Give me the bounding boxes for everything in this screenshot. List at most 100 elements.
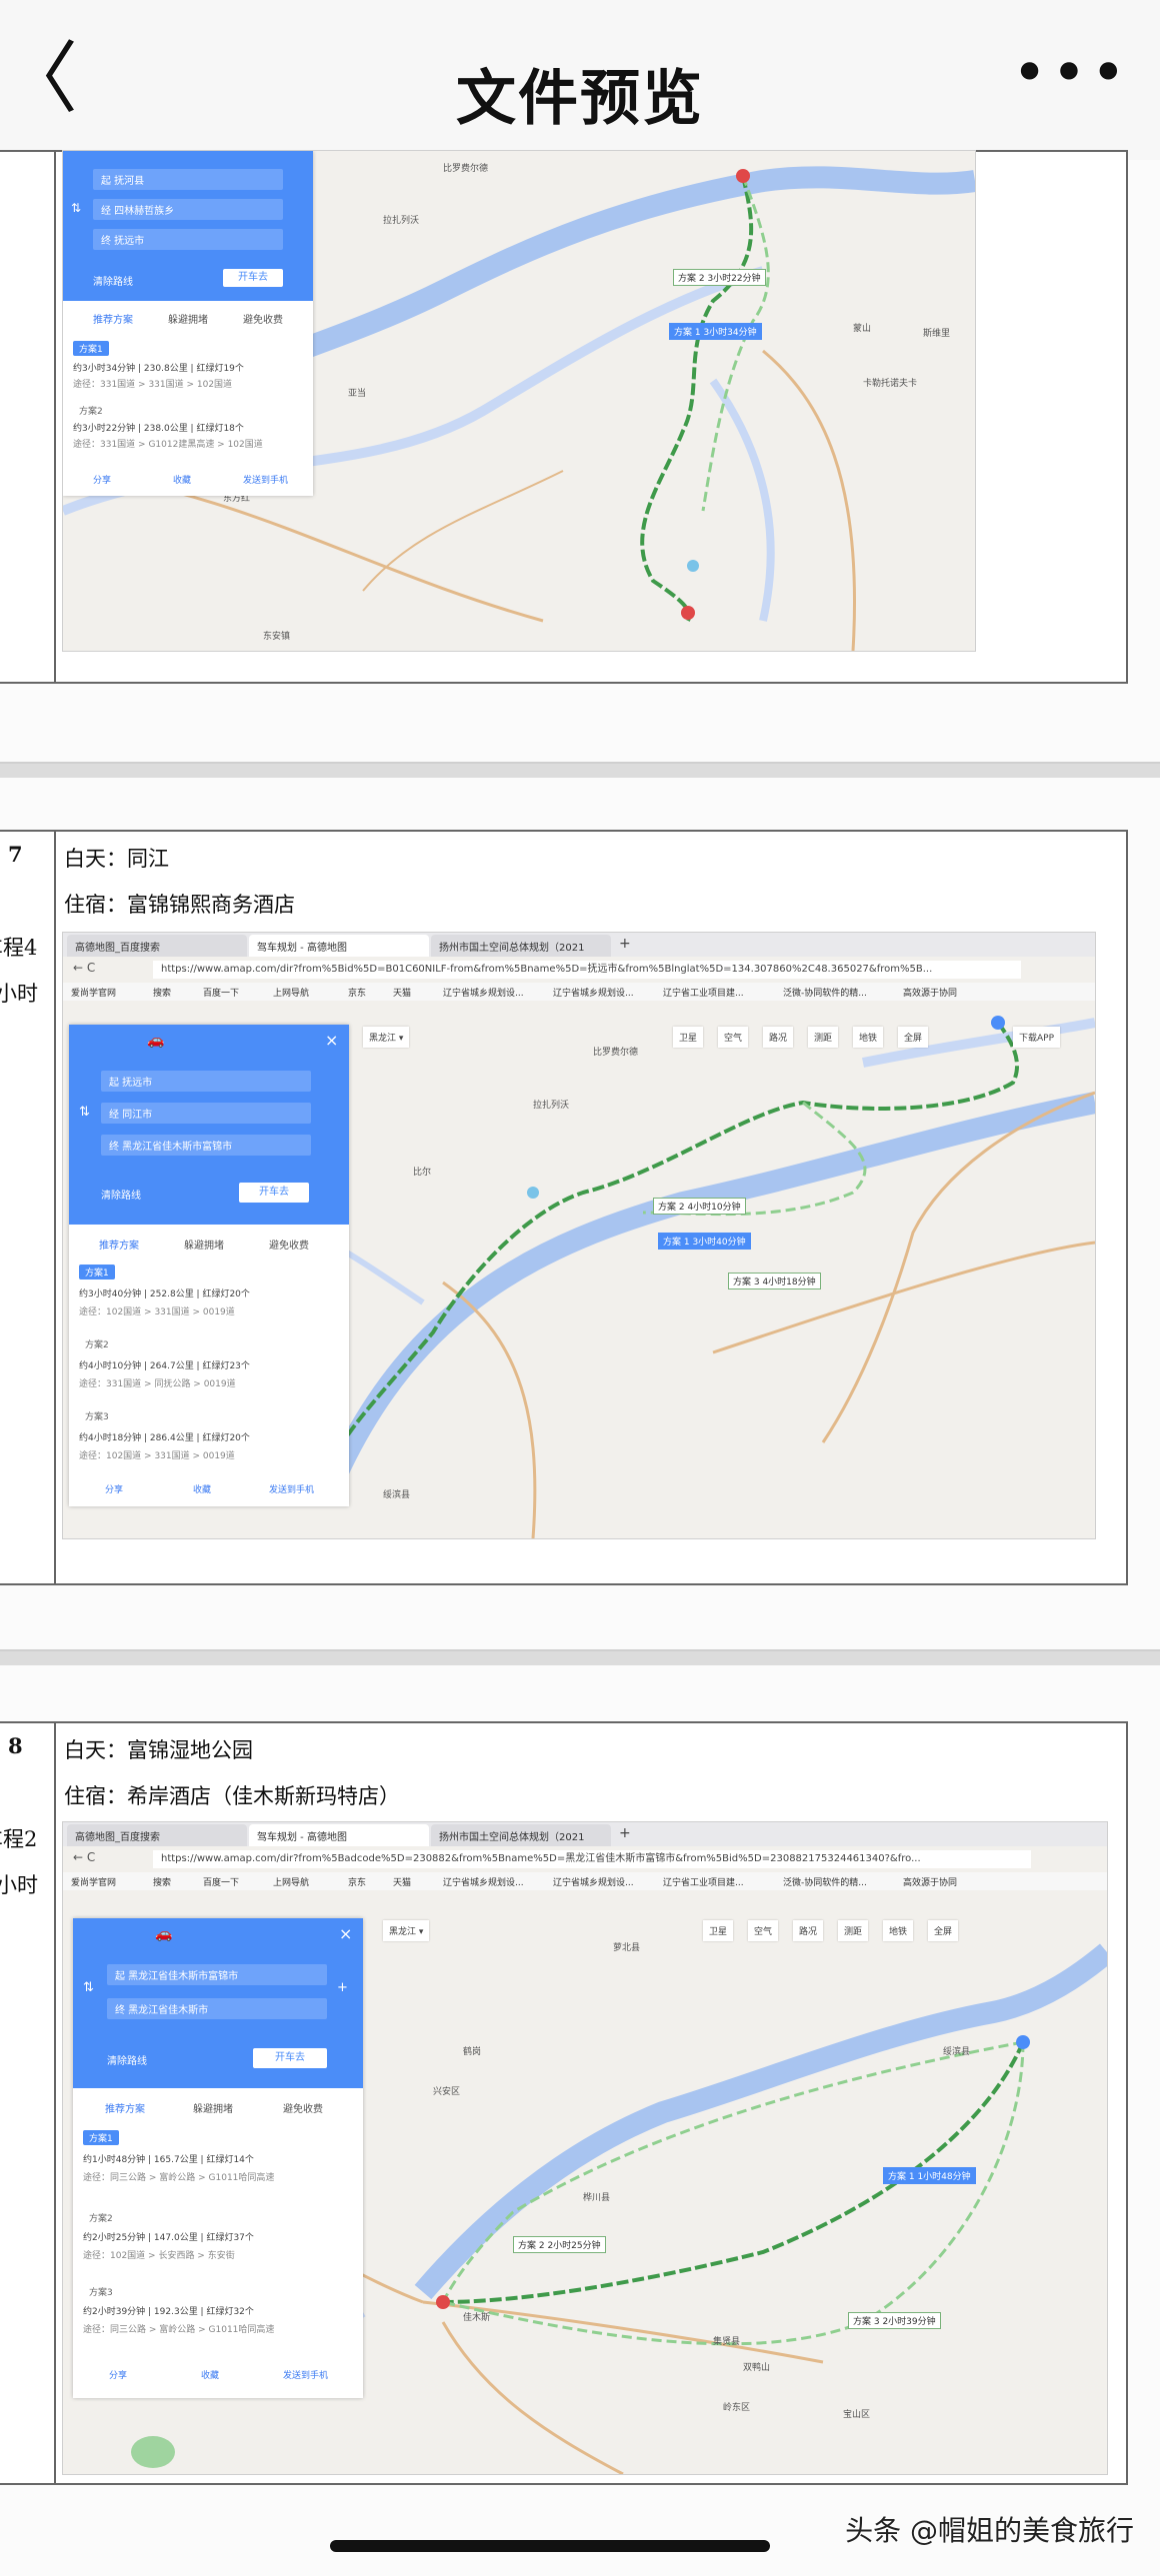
bookmark-item[interactable]: 辽宁省城乡规划设...: [553, 1875, 634, 1888]
subway-tool[interactable]: 地铁: [853, 1027, 884, 1048]
destination-field[interactable]: 终 抚远市: [93, 229, 283, 250]
bookmark-item[interactable]: 爱尚学官网: [71, 1875, 116, 1888]
send-to-phone-link[interactable]: 发送到手机: [283, 2368, 328, 2381]
bookmark-item[interactable]: 辽宁省城乡规划设...: [443, 986, 524, 999]
nav-arrows-icon[interactable]: ← C: [73, 961, 95, 975]
air-tool[interactable]: 空气: [718, 1027, 749, 1048]
address-bar[interactable]: https://www.amap.com/dir?from%5Badcode%5…: [153, 1850, 1031, 1868]
traffic-tool[interactable]: 路况: [763, 1027, 794, 1048]
swap-icon[interactable]: ⇅: [71, 201, 81, 215]
drive-button[interactable]: 开车去: [239, 1183, 309, 1203]
bookmark-item[interactable]: 高效源于协同: [903, 986, 957, 999]
bookmark-item[interactable]: 辽宁省城乡规划设...: [443, 1875, 524, 1888]
destination-field[interactable]: 终 黑龙江省佳木斯市: [107, 1998, 327, 2019]
clear-route-link[interactable]: 清除路线: [93, 273, 133, 288]
subway-tool[interactable]: 地铁: [883, 1920, 914, 1941]
favorite-link[interactable]: 收藏: [173, 473, 191, 486]
bookmark-item[interactable]: 泛微-协同软件的精...: [783, 1875, 867, 1888]
tab-avoid-jam[interactable]: 躲避拥堵: [168, 311, 208, 326]
fullscreen-tool[interactable]: 全屏: [898, 1027, 929, 1048]
plan-route: 途径：102国道 > 331国道 > 0019道: [79, 1451, 235, 1461]
drive-button[interactable]: 开车去: [253, 2048, 327, 2068]
fullscreen-tool[interactable]: 全屏: [928, 1920, 959, 1941]
traffic-tool[interactable]: 路况: [793, 1920, 824, 1941]
plan-summary[interactable]: 约2小时25分钟 | 147.0公里 | 红绿灯37个: [83, 2230, 254, 2243]
bookmark-item[interactable]: 百度一下: [203, 1875, 239, 1888]
bookmark-item[interactable]: 京东: [348, 986, 366, 999]
new-tab-icon[interactable]: +: [619, 936, 631, 952]
swap-icon[interactable]: ⇅: [83, 1980, 94, 1995]
satellite-tool[interactable]: 卫星: [673, 1027, 704, 1048]
bookmark-item[interactable]: 泛微-协同软件的精...: [783, 986, 867, 999]
bookmark-item[interactable]: 京东: [348, 1875, 366, 1888]
add-waypoint-icon[interactable]: +: [337, 1980, 348, 1995]
bookmark-item[interactable]: 天猫: [393, 986, 411, 999]
bookmark-item[interactable]: 搜索: [153, 1875, 171, 1888]
nav-arrows-icon[interactable]: ← C: [73, 1850, 95, 1864]
browser-tab[interactable]: 驾车规划 - 高德地图: [249, 1824, 429, 1846]
share-link[interactable]: 分享: [93, 473, 111, 486]
plan-summary[interactable]: 约4小时18分钟 | 286.4公里 | 红绿灯20个: [79, 1430, 250, 1443]
send-to-phone-link[interactable]: 发送到手机: [269, 1482, 314, 1495]
plan-summary[interactable]: 约1小时48分钟 | 165.7公里 | 红绿灯14个: [83, 2152, 254, 2165]
air-tool[interactable]: 空气: [748, 1920, 779, 1941]
plan-summary[interactable]: 约4小时10分钟 | 264.7公里 | 红绿灯23个: [79, 1358, 250, 1371]
tab-recommended[interactable]: 推荐方案: [93, 311, 133, 326]
plan-summary[interactable]: 约2小时39分钟 | 192.3公里 | 红绿灯32个: [83, 2304, 254, 2317]
share-link[interactable]: 分享: [109, 2368, 127, 2381]
bookmark-item[interactable]: 上网导航: [273, 986, 309, 999]
address-bar[interactable]: https://www.amap.com/dir?from%5Bid%5D=B0…: [153, 961, 1021, 979]
bookmark-item[interactable]: 辽宁省工业项目建...: [663, 986, 744, 999]
origin-field[interactable]: 起 黑龙江省佳木斯市富锦市: [107, 1964, 327, 1985]
tab-avoid-jam[interactable]: 躲避拥堵: [193, 2100, 233, 2115]
region-selector[interactable]: 黑龙江 ▾: [383, 1920, 430, 1941]
bookmark-item[interactable]: 高效源于协同: [903, 1875, 957, 1888]
region-selector[interactable]: 黑龙江 ▾: [363, 1027, 410, 1048]
origin-field[interactable]: 起 抚远市: [101, 1071, 311, 1092]
share-link[interactable]: 分享: [105, 1482, 123, 1495]
measure-tool[interactable]: 测距: [808, 1027, 839, 1048]
bookmark-item[interactable]: 搜索: [153, 986, 171, 999]
clear-route-link[interactable]: 清除路线: [107, 2052, 147, 2067]
send-to-phone-link[interactable]: 发送到手机: [243, 473, 288, 486]
bookmark-item[interactable]: 爱尚学官网: [71, 986, 116, 999]
bookmark-item[interactable]: 辽宁省城乡规划设...: [553, 986, 634, 999]
tab-avoid-toll[interactable]: 避免收费: [269, 1237, 309, 1252]
bookmark-item[interactable]: 上网导航: [273, 1875, 309, 1888]
satellite-tool[interactable]: 卫星: [703, 1920, 734, 1941]
drive-button[interactable]: 开车去: [223, 269, 283, 287]
browser-tab[interactable]: 高德地图_百度搜索: [67, 1824, 247, 1846]
browser-tab[interactable]: 驾车规划 - 高德地图: [249, 935, 429, 957]
origin-field[interactable]: 起 抚河县: [93, 169, 283, 190]
waypoint-field[interactable]: 经 四林赫哲族乡: [93, 199, 283, 220]
favorite-link[interactable]: 收藏: [201, 2368, 219, 2381]
favorite-link[interactable]: 收藏: [193, 1482, 211, 1495]
download-app-button[interactable]: 下载APP: [1013, 1027, 1061, 1048]
car-icon[interactable]: 🚗: [155, 1926, 172, 1942]
tab-recommended[interactable]: 推荐方案: [99, 1237, 139, 1252]
tab-avoid-toll[interactable]: 避免收费: [283, 2100, 323, 2115]
page-title: 文件预览: [456, 64, 704, 134]
close-icon[interactable]: ×: [339, 1924, 352, 1943]
browser-tab[interactable]: 扬州市国土空间总体规划（2021: [431, 935, 611, 957]
bookmark-item[interactable]: 辽宁省工业项目建...: [663, 1875, 744, 1888]
tab-avoid-jam[interactable]: 躲避拥堵: [184, 1237, 224, 1252]
destination-field[interactable]: 终 黑龙江省佳木斯市富锦市: [101, 1135, 311, 1156]
plan-summary[interactable]: 约3小时22分钟 | 238.0公里 | 红绿灯18个: [73, 421, 244, 434]
plan-summary[interactable]: 约3小时40分钟 | 252.8公里 | 红绿灯20个: [79, 1287, 250, 1299]
swap-icon[interactable]: ⇅: [79, 1105, 90, 1120]
car-icon[interactable]: 🚗: [147, 1033, 164, 1049]
plan-summary[interactable]: 约3小时34分钟 | 230.8公里 | 红绿灯19个: [73, 361, 244, 374]
more-options-icon[interactable]: •••: [1012, 38, 1130, 108]
close-icon[interactable]: ×: [325, 1031, 338, 1050]
bookmark-item[interactable]: 天猫: [393, 1875, 411, 1888]
browser-tab[interactable]: 高德地图_百度搜索: [67, 935, 247, 957]
tab-avoid-toll[interactable]: 避免收费: [243, 311, 283, 326]
browser-tab[interactable]: 扬州市国土空间总体规划（2021: [431, 1824, 611, 1846]
bookmark-item[interactable]: 百度一下: [203, 986, 239, 999]
waypoint-field[interactable]: 经 同江市: [101, 1103, 311, 1124]
new-tab-icon[interactable]: +: [619, 1825, 631, 1841]
tab-recommended[interactable]: 推荐方案: [105, 2100, 145, 2115]
clear-route-link[interactable]: 清除路线: [101, 1187, 141, 1202]
measure-tool[interactable]: 测距: [838, 1920, 869, 1941]
